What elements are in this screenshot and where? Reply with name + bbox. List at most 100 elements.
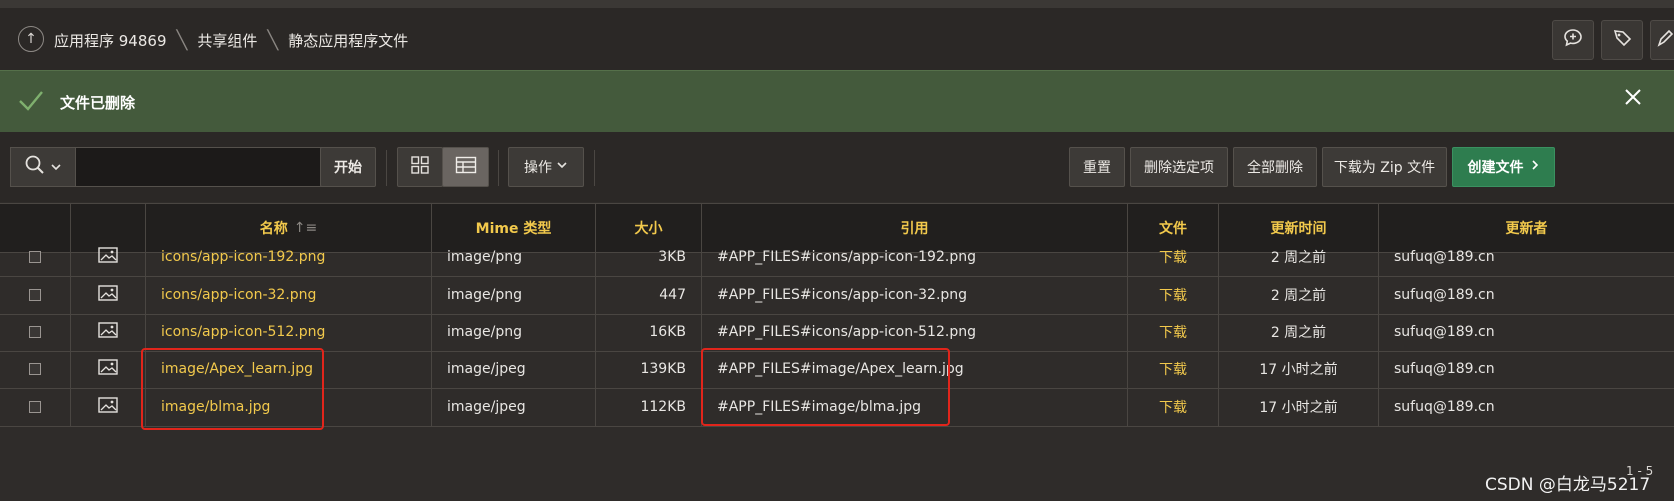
row-preview-cell [70, 349, 145, 388]
create-file-button[interactable]: 创建文件 [1452, 147, 1555, 187]
actions-menu-button[interactable]: 操作 [508, 147, 584, 187]
download-link[interactable]: 下载 [1159, 285, 1187, 305]
image-icon[interactable] [98, 358, 118, 379]
row-file-cell: 下载 [1127, 387, 1218, 426]
search-input[interactable] [76, 148, 341, 186]
row-reference-cell: #APP_FILES#image/blma.jpg [701, 387, 1127, 426]
file-name-link[interactable]: icons/app-icon-192.png [161, 249, 325, 265]
image-icon[interactable] [98, 321, 118, 342]
row-preview-cell [70, 312, 145, 351]
row-updated-cell: 2 周之前 [1218, 275, 1378, 314]
row-preview-cell [70, 237, 145, 276]
table-row: icons/app-icon-512.png image/png 16KB #APP_… [0, 312, 1674, 352]
report-view-button[interactable] [442, 147, 489, 187]
row-updated-by-cell: sufuq@189.cn [1378, 312, 1674, 351]
row-reference-cell: #APP_FILES#image/Apex_learn.jpg [701, 349, 1127, 388]
row-checkbox[interactable] [29, 362, 41, 375]
breadcrumb-shared-components[interactable]: 共享组件 [197, 30, 257, 51]
row-size-cell: 112KB [595, 387, 701, 426]
row-mime-cell: image/jpeg [431, 387, 595, 426]
image-icon[interactable] [98, 396, 118, 417]
tag-button[interactable] [1601, 20, 1643, 60]
edit-button[interactable] [1650, 20, 1674, 60]
row-mime-cell: image/jpeg [431, 349, 595, 388]
row-name-cell: icons/app-icon-512.png [145, 312, 431, 351]
toolbar-divider [386, 150, 387, 186]
top-strip [0, 0, 1674, 8]
row-preview-cell [70, 387, 145, 426]
icon-view-button[interactable] [397, 147, 443, 187]
actions-label: 操作 [524, 160, 552, 176]
watermark-text: CSDN @白龙马5217 [1485, 475, 1651, 495]
breadcrumb-separator: ╲ [176, 30, 188, 51]
row-name-cell: image/Apex_learn.jpg [145, 349, 431, 388]
row-updated-cell: 2 周之前 [1218, 312, 1378, 351]
row-select-cell [0, 312, 70, 351]
image-icon[interactable] [98, 246, 118, 267]
delete-all-button[interactable]: 全部删除 [1233, 147, 1317, 187]
row-select-cell [0, 275, 70, 314]
row-mime-cell: image/png [431, 275, 595, 314]
comment-icon [1562, 27, 1584, 53]
toolbar-divider [594, 150, 595, 186]
breadcrumb-app[interactable]: 应用程序 94869 [54, 30, 167, 51]
delete-selected-button[interactable]: 删除选定项 [1130, 147, 1228, 187]
row-updated-by-cell: sufuq@189.cn [1378, 275, 1674, 314]
up-arrow-icon[interactable]: ↑ [18, 26, 44, 52]
row-size-cell: 16KB [595, 312, 701, 351]
sort-ascending-icon: ↑≡ [293, 220, 318, 236]
report-footer [0, 455, 1674, 501]
tag-icon [1611, 27, 1633, 53]
search-bar [10, 147, 342, 187]
image-icon[interactable] [98, 284, 118, 305]
row-updated-by-cell: sufuq@189.cn [1378, 349, 1674, 388]
row-checkbox[interactable] [29, 288, 41, 301]
download-link[interactable]: 下载 [1159, 322, 1187, 342]
file-name-link[interactable]: image/Apex_learn.jpg [161, 361, 313, 377]
check-icon [18, 89, 44, 117]
row-file-cell: 下载 [1127, 312, 1218, 351]
file-name-link[interactable]: icons/app-icon-32.png [161, 287, 316, 303]
go-button[interactable]: 开始 [320, 147, 376, 187]
download-link[interactable]: 下载 [1159, 397, 1187, 417]
row-name-cell: icons/app-icon-32.png [145, 275, 431, 314]
row-checkbox[interactable] [29, 325, 41, 338]
row-name-cell: image/blma.jpg [145, 387, 431, 426]
row-name-cell: icons/app-icon-192.png [145, 237, 431, 276]
reset-button[interactable]: 重置 [1069, 147, 1125, 187]
download-link[interactable]: 下载 [1159, 359, 1187, 379]
row-size-cell: 139KB [595, 349, 701, 388]
row-checkbox[interactable] [29, 250, 41, 263]
row-reference-cell: #APP_FILES#icons/app-icon-512.png [701, 312, 1127, 351]
row-preview-cell [70, 275, 145, 314]
row-file-cell: 下载 [1127, 275, 1218, 314]
row-checkbox[interactable] [29, 400, 41, 413]
row-file-cell: 下载 [1127, 237, 1218, 276]
row-updated-cell: 2 周之前 [1218, 237, 1378, 276]
row-updated-by-cell: sufuq@189.cn [1378, 237, 1674, 276]
chevron-down-icon [556, 159, 568, 175]
table-row: image/blma.jpg image/jpeg 112KB #APP_FILES#… [0, 387, 1674, 427]
row-reference-cell: #APP_FILES#icons/app-icon-192.png [701, 237, 1127, 276]
row-mime-cell: image/png [431, 312, 595, 351]
row-select-cell [0, 349, 70, 388]
download-zip-button[interactable]: 下载为 Zip 文件 [1322, 147, 1447, 187]
search-column-selector[interactable] [11, 148, 76, 186]
chevron-down-icon [50, 158, 62, 177]
search-icon [24, 154, 46, 180]
table-row: image/Apex_learn.jpg image/jpeg 139KB #APP_… [0, 349, 1674, 389]
file-name-link[interactable]: icons/app-icon-512.png [161, 324, 325, 340]
download-link[interactable]: 下载 [1159, 247, 1187, 267]
create-file-label: 创建文件 [1467, 160, 1524, 176]
row-mime-cell: image/png [431, 237, 595, 276]
row-reference-cell: #APP_FILES#icons/app-icon-32.png [701, 275, 1127, 314]
chevron-right-icon [1530, 159, 1540, 175]
comment-button[interactable] [1552, 20, 1594, 60]
row-select-cell [0, 237, 70, 276]
grid-view-icon [410, 155, 430, 179]
close-icon[interactable] [1624, 87, 1642, 112]
row-size-cell: 447 [595, 275, 701, 314]
file-name-link[interactable]: image/blma.jpg [161, 399, 270, 415]
column-header-name-label: 名称 [259, 221, 288, 237]
edit-icon [1656, 27, 1674, 53]
